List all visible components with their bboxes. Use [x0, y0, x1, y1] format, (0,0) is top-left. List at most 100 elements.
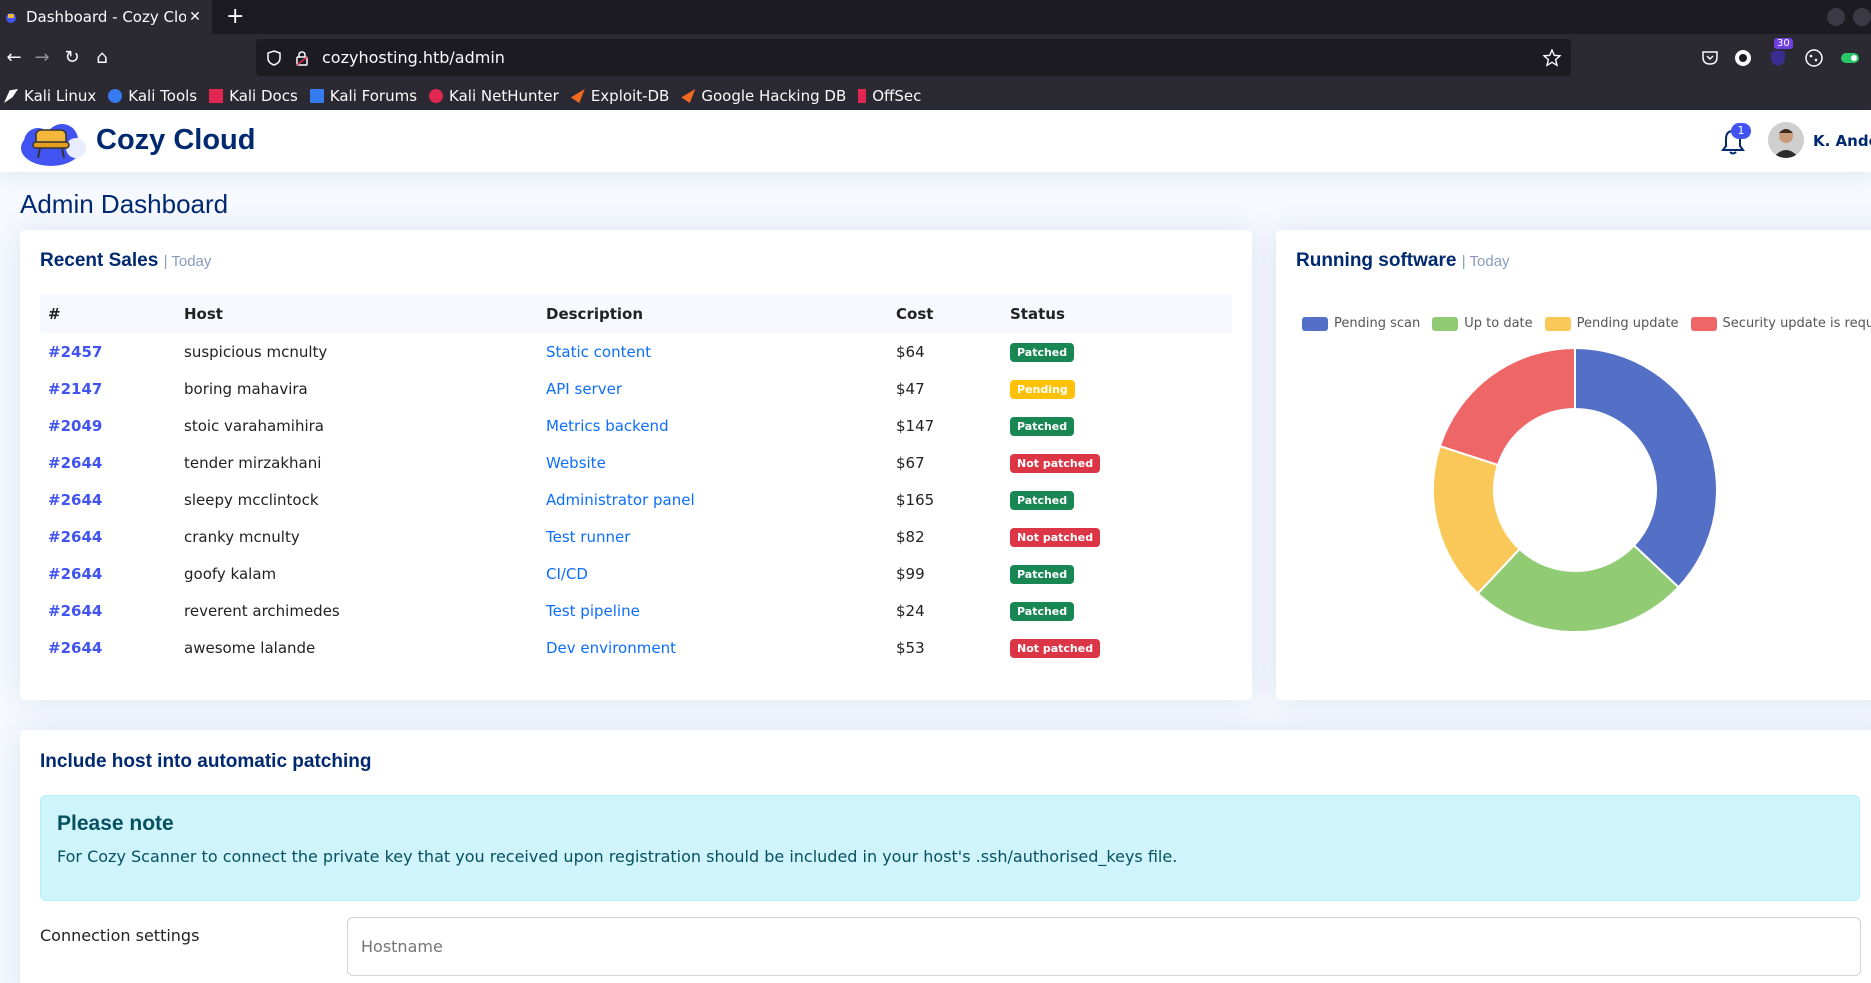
- table-row: #2644 cranky mcnulty Test runner $82 Not pat…: [40, 518, 1232, 555]
- notification-count-badge: 1: [1731, 123, 1751, 139]
- donut-slice-pending-scan[interactable]: [1574, 346, 1718, 589]
- status-badge: Patched: [1010, 342, 1075, 362]
- new-tab-button[interactable]: +: [226, 5, 244, 29]
- cozy-cloud-logo[interactable]: [16, 114, 86, 170]
- row-host: boring mahavira: [184, 379, 308, 398]
- bookmarks-bar: Kali Linux Kali Tools Kali Docs Kali For…: [0, 82, 1871, 110]
- legend-item[interactable]: Pending update: [1544, 316, 1679, 331]
- bookmark-kali-linux[interactable]: Kali Linux: [4, 87, 96, 105]
- column-header-status[interactable]: Status: [1002, 294, 1232, 333]
- user-avatar[interactable]: [1768, 122, 1804, 158]
- bookmark-kali-forums[interactable]: Kali Forums: [309, 87, 417, 105]
- status-badge: Not patched: [1010, 453, 1101, 473]
- row-description-link[interactable]: Administrator panel: [538, 481, 888, 518]
- url-bar[interactable]: cozyhosting.htb/admin: [256, 39, 1571, 76]
- row-host: reverent archimedes: [184, 601, 340, 620]
- table-row: #2644 awesome lalande Dev environment $53 No…: [40, 629, 1232, 666]
- table-row: #2049 stoic varahamihira Metrics backend $1…: [40, 407, 1232, 444]
- row-description-link[interactable]: Dev environment: [538, 629, 888, 666]
- cozy-cloud-favicon: [6, 13, 16, 23]
- row-id-link[interactable]: #2644: [40, 444, 176, 481]
- software-donut-chart: [1432, 346, 1718, 633]
- running-software-subtitle: | Today: [1461, 253, 1510, 270]
- row-status: Not patched: [1002, 444, 1232, 481]
- forward-button[interactable]: →: [30, 46, 54, 70]
- url-text[interactable]: cozyhosting.htb/admin: [322, 48, 1543, 67]
- row-host: suspicious mcnulty: [184, 342, 328, 361]
- reload-button[interactable]: ↻: [60, 46, 84, 70]
- row-cost: $165: [896, 490, 935, 509]
- kali-dragon-icon: [4, 89, 18, 103]
- ublock-icon[interactable]: [1768, 48, 1788, 68]
- row-status: Pending: [1002, 370, 1232, 407]
- bookmark-kali-tools[interactable]: Kali Tools: [108, 87, 197, 105]
- kali-docs-icon: [209, 89, 224, 103]
- window-control-icon[interactable]: [1853, 8, 1871, 26]
- legend-item[interactable]: Pending scan: [1302, 316, 1420, 331]
- row-description-link[interactable]: Metrics backend: [538, 407, 888, 444]
- bookmark-google-hacking-db[interactable]: Google Hacking DB: [681, 87, 846, 105]
- exploit-db-icon: [570, 89, 585, 103]
- tab-overflow-icon[interactable]: [1827, 8, 1845, 26]
- bookmark-star-icon[interactable]: [1543, 48, 1561, 67]
- row-status: Not patched: [1002, 518, 1232, 555]
- row-id-link[interactable]: #2644: [40, 592, 176, 629]
- toggle-extension-icon[interactable]: [1840, 48, 1860, 68]
- running-software-card: Running software | Today Pending scan Up …: [1276, 230, 1871, 700]
- row-id-link[interactable]: #2049: [40, 407, 176, 444]
- row-id-link[interactable]: #2644: [40, 481, 176, 518]
- row-description-link[interactable]: Test pipeline: [538, 592, 888, 629]
- extension-circle-icon[interactable]: [1733, 48, 1753, 68]
- alert-heading: Please note: [57, 812, 174, 835]
- bookmark-exploit-db[interactable]: Exploit-DB: [570, 87, 669, 105]
- bookmark-kali-nethunter[interactable]: Kali NetHunter: [429, 87, 559, 105]
- page-title: Admin Dashboard: [20, 189, 229, 219]
- hostname-input[interactable]: [347, 917, 1861, 976]
- column-header-host[interactable]: Host: [176, 294, 538, 333]
- bookmark-kali-docs[interactable]: Kali Docs: [209, 87, 298, 105]
- kali-forums-icon: [309, 89, 324, 103]
- column-header-cost[interactable]: Cost: [888, 294, 1002, 333]
- column-header-id[interactable]: #: [40, 294, 176, 333]
- tab-close-icon[interactable]: ✕: [186, 9, 204, 25]
- row-cost: $64: [896, 342, 925, 361]
- row-id-link[interactable]: #2644: [40, 555, 176, 592]
- shield-icon[interactable]: [266, 49, 282, 66]
- row-description-link[interactable]: CI/CD: [538, 555, 888, 592]
- row-description-link[interactable]: Website: [538, 444, 888, 481]
- column-header-description[interactable]: Description: [538, 294, 888, 333]
- legend-label: Pending scan: [1334, 316, 1421, 331]
- row-id-link[interactable]: #2147: [40, 370, 176, 407]
- legend-item[interactable]: Security update is required: [1690, 316, 1871, 331]
- home-button[interactable]: ⌂: [90, 46, 114, 70]
- brand-name[interactable]: Cozy Cloud: [96, 124, 256, 157]
- username-label[interactable]: K. Anderson: [1813, 132, 1871, 150]
- donut-slice-security-update-is-required[interactable]: [1438, 346, 1576, 467]
- row-description-link[interactable]: Test runner: [538, 518, 888, 555]
- kali-tools-icon: [108, 89, 123, 103]
- cookie-icon[interactable]: [1804, 48, 1824, 68]
- table-row: #2644 reverent archimedes Test pipeline $24…: [40, 592, 1232, 629]
- row-host: goofy kalam: [184, 564, 277, 583]
- pocket-icon[interactable]: [1700, 48, 1720, 68]
- row-description-link[interactable]: Static content: [538, 333, 888, 370]
- row-id-link[interactable]: #2644: [40, 629, 176, 666]
- table-row: #2457 suspicious mcnulty Static content $64…: [40, 333, 1232, 370]
- row-id-link[interactable]: #2644: [40, 518, 176, 555]
- bookmark-offsec[interactable]: OffSec: [858, 87, 921, 105]
- row-description-link[interactable]: API server: [538, 370, 888, 407]
- row-cost: $147: [896, 416, 935, 435]
- running-software-title: Running software | Today: [1296, 250, 1510, 271]
- legend-item[interactable]: Up to date: [1432, 316, 1533, 331]
- nethunter-icon: [429, 89, 444, 103]
- browser-tab-active[interactable]: Dashboard - Cozy Cloud ✕: [0, 0, 212, 34]
- row-cost: $99: [896, 564, 925, 583]
- table-row: #2644 sleepy mcclintock Administrator pane…: [40, 481, 1232, 518]
- site-header: Cozy Cloud 1 K. Anderson: [0, 110, 1871, 172]
- info-alert: Please note For Cozy Scanner to connect …: [40, 795, 1860, 901]
- back-button[interactable]: ←: [2, 46, 26, 70]
- lock-icon[interactable]: [294, 50, 310, 66]
- row-status: Patched: [1002, 592, 1232, 629]
- row-id-link[interactable]: #2457: [40, 333, 176, 370]
- status-badge: Patched: [1010, 416, 1075, 436]
